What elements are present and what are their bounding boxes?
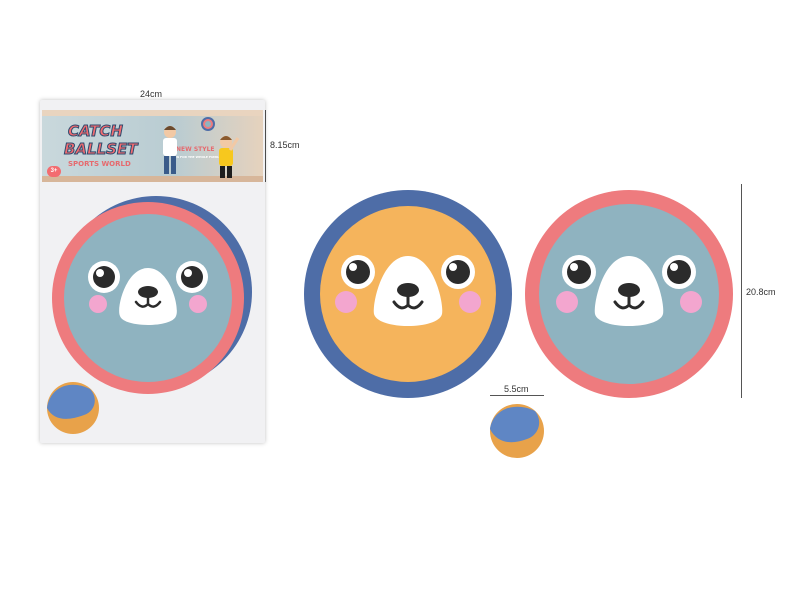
package-title-line2: BALLSET	[63, 140, 138, 159]
ball-width-line	[490, 395, 544, 396]
package-height-line	[265, 110, 266, 182]
pink-paddle-left-cheek	[556, 291, 578, 313]
package-height-label: 8.15cm	[270, 140, 300, 150]
package-header-card: CATCH BALLSET SPORTS WORLD NEW STYLE FUN…	[42, 110, 263, 182]
pink-paddle	[525, 190, 733, 398]
pink-paddle-right-cheek	[680, 291, 702, 313]
packaged-ball	[47, 382, 99, 434]
paddle-height-label: 20.8cm	[746, 287, 776, 297]
age-badge: 3+	[47, 166, 61, 177]
package-title-line1: CATCH	[68, 122, 124, 141]
blue-paddle-left-cheek	[335, 291, 357, 313]
kids-illustration	[163, 117, 240, 178]
blue-paddle	[304, 190, 512, 398]
paddle-height-line	[741, 184, 742, 398]
blue-paddle-nose	[397, 283, 419, 297]
packaged-paddles	[52, 196, 252, 394]
blue-paddle-right-cheek	[459, 291, 481, 313]
ball-width-label: 5.5cm	[504, 384, 529, 394]
pink-paddle-nose	[618, 283, 640, 297]
package-width-label: 24cm	[140, 89, 163, 99]
package-subtitle: SPORTS WORLD	[68, 160, 131, 168]
loose-ball	[490, 404, 544, 458]
